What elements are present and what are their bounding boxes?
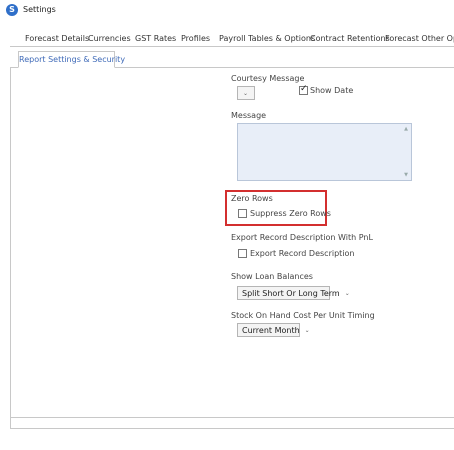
stock-timing-label: Stock On Hand Cost Per Unit Timing [231, 311, 375, 320]
window-title: Settings [23, 5, 56, 14]
tab-report-settings-security[interactable]: Report Settings & Security [18, 51, 125, 68]
chevron-down-icon: ⌄ [243, 89, 249, 97]
bottom-divider [10, 428, 454, 429]
tab-contract-retentions[interactable]: Contract Retentions [310, 34, 390, 43]
tab-payroll-tables[interactable]: Payroll Tables & Options [219, 34, 315, 43]
chevron-down-icon: ⌄ [304, 326, 310, 334]
title-bar: S Settings [0, 0, 454, 20]
tab-currencies[interactable]: Currencies [88, 34, 131, 43]
export-record-description-label: Export Record Description [250, 249, 355, 258]
settings-app-icon: S [6, 4, 18, 16]
show-date-label: Show Date [310, 86, 354, 95]
loan-balances-dropdown[interactable]: Split Short Or Long Term ⌄ [237, 286, 350, 300]
loan-balances-label: Show Loan Balances [231, 272, 313, 281]
export-record-description-checkbox[interactable] [238, 249, 247, 258]
tab-forecast-details[interactable]: Forecast Details [25, 34, 89, 43]
tab-forecast-other-options[interactable]: Forecast Other Opti [385, 34, 454, 43]
courtesy-message-label: Courtesy Message [231, 74, 305, 83]
export-description-label: Export Record Description With PnL [231, 233, 373, 242]
suppress-zero-rows-checkbox[interactable] [238, 209, 247, 218]
message-label: Message [231, 111, 267, 120]
zero-rows-label: Zero Rows [231, 194, 273, 203]
stock-timing-value: Current Month [242, 325, 300, 335]
courtesy-message-dropdown[interactable]: ⌄ [237, 86, 255, 100]
show-date-checkbox[interactable] [299, 84, 308, 95]
top-tab-bar: Forecast Details Currencies GST Rates Pr… [0, 28, 454, 46]
scroll-down-icon[interactable]: ▼ [404, 172, 408, 178]
chevron-down-icon: ⌄ [344, 289, 350, 297]
scroll-up-icon[interactable]: ▲ [404, 126, 408, 132]
stock-timing-dropdown[interactable]: Current Month ⌄ [237, 323, 310, 337]
suppress-zero-rows-label: Suppress Zero Rows [250, 209, 331, 218]
message-textarea[interactable]: ▲ ▼ [237, 123, 412, 181]
tab-profiles[interactable]: Profiles [181, 34, 210, 43]
tab-bar-divider [10, 46, 454, 47]
tab-gst-rates[interactable]: GST Rates [135, 34, 176, 43]
loan-balances-value: Split Short Or Long Term [242, 288, 340, 298]
